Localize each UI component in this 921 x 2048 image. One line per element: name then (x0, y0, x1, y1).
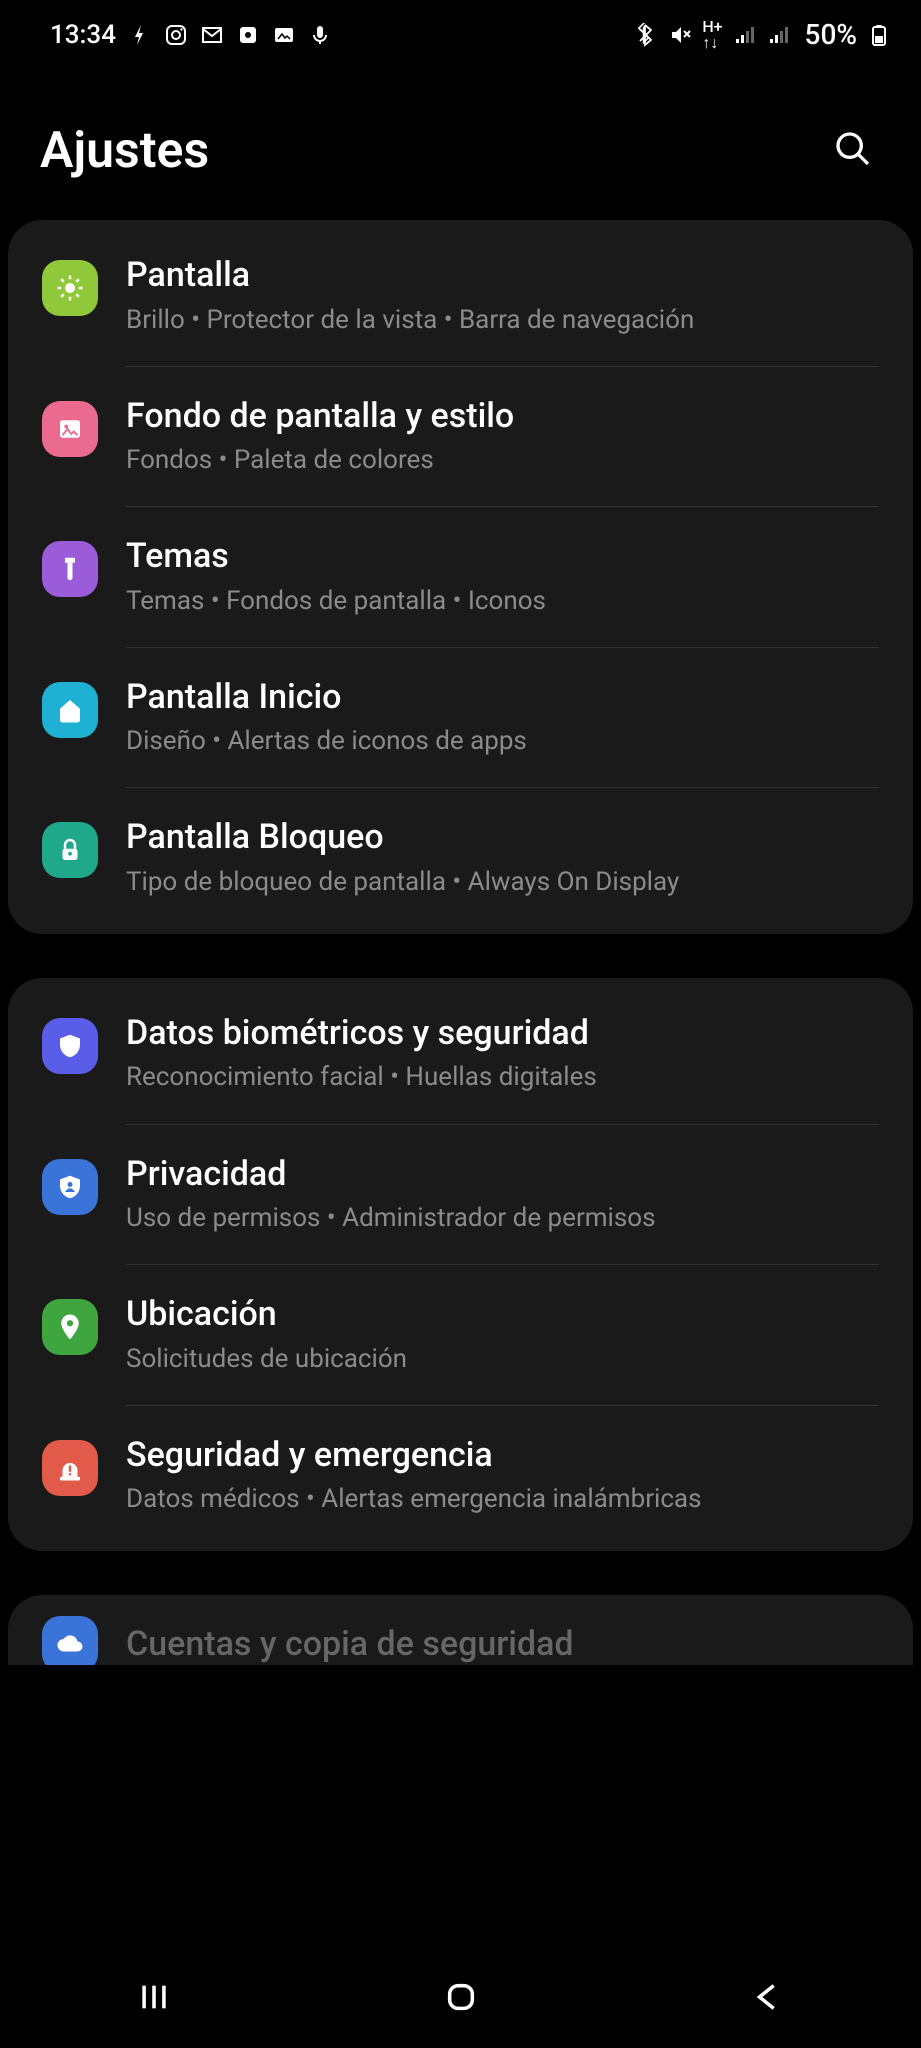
sun-icon (42, 260, 98, 316)
brush-icon (42, 541, 98, 597)
settings-group-0: Pantalla Brillo • Protector de la vista … (8, 220, 913, 934)
settings-item-subtitle: Tipo de bloqueo de pantalla • Always On … (126, 865, 879, 900)
settings-item-subtitle: Fondos • Paleta de colores (126, 443, 879, 478)
mic-icon (308, 23, 332, 47)
image-icon (42, 401, 98, 457)
settings-item-subtitle: Temas • Fondos de pantalla • Iconos (126, 584, 879, 619)
settings-item-0-4[interactable]: Pantalla Bloqueo Tipo de bloqueo de pant… (8, 788, 913, 928)
bluetooth-icon (634, 23, 658, 47)
home-nav-icon (444, 1980, 478, 2014)
status-time: 13:34 (50, 20, 116, 50)
recents-icon (137, 1980, 171, 2014)
settings-item-body: Seguridad y emergencia Datos médicos • A… (126, 1434, 879, 1518)
settings-item-subtitle: Datos médicos • Alertas emergencia inalá… (126, 1482, 879, 1517)
instagram-icon (164, 23, 188, 47)
settings-item-0-0[interactable]: Pantalla Brillo • Protector de la vista … (8, 226, 913, 366)
back-icon (751, 1980, 785, 2014)
shield-icon (42, 1018, 98, 1074)
settings-group-1: Datos biométricos y seguridad Reconocimi… (8, 978, 913, 1551)
cloud-icon (42, 1616, 98, 1665)
settings-item-0-1[interactable]: Fondo de pantalla y estilo Fondos • Pale… (8, 367, 913, 507)
settings-item-body: Privacidad Uso de permisos • Administrad… (126, 1153, 879, 1237)
settings-item-title: Privacidad (126, 1153, 879, 1196)
settings-item-1-0[interactable]: Datos biométricos y seguridad Reconocimi… (8, 984, 913, 1124)
settings-item-subtitle: Brillo • Protector de la vista • Barra d… (126, 303, 879, 338)
page-title: Ajustes (40, 122, 209, 180)
search-button[interactable] (825, 121, 881, 180)
status-left: 13:34 (50, 20, 332, 50)
home-button[interactable] (404, 1964, 518, 2033)
settings-item-subtitle: Reconocimiento facial • Huellas digitale… (126, 1060, 879, 1095)
settings-item-body: Ubicación Solicitudes de ubicación (126, 1293, 879, 1377)
mute-icon (668, 23, 692, 47)
photos-icon (272, 23, 296, 47)
shield-user-icon (42, 1159, 98, 1215)
search-icon (833, 129, 873, 169)
settings-item-body: Temas Temas • Fondos de pantalla • Icono… (126, 535, 879, 619)
recents-button[interactable] (97, 1964, 211, 2033)
home-icon (42, 682, 98, 738)
siren-icon (42, 1440, 98, 1496)
nav-bar (0, 1948, 921, 2048)
settings-item-body: Datos biométricos y seguridad Reconocimi… (126, 1012, 879, 1096)
lock-icon (42, 822, 98, 878)
pin-icon (42, 1299, 98, 1355)
settings-item-0-2[interactable]: Temas Temas • Fondos de pantalla • Icono… (8, 507, 913, 647)
settings-item-title: Ubicación (126, 1293, 879, 1336)
network-type-icon: H+↑↓ (702, 19, 722, 51)
settings-item-title: Pantalla (126, 254, 879, 297)
settings-item-body: Pantalla Brillo • Protector de la vista … (126, 254, 879, 338)
activity-icon (128, 23, 152, 47)
settings-item-peek[interactable]: Cuentas y copia de seguridad (8, 1595, 913, 1665)
settings-item-0-3[interactable]: Pantalla Inicio Diseño • Alertas de icon… (8, 648, 913, 788)
settings-item-1-1[interactable]: Privacidad Uso de permisos • Administrad… (8, 1125, 913, 1265)
signal-2-icon (767, 23, 791, 47)
settings-item-title: Cuentas y copia de seguridad (126, 1624, 574, 1664)
settings-item-title: Pantalla Inicio (126, 676, 879, 719)
settings-item-body: Fondo de pantalla y estilo Fondos • Pale… (126, 395, 879, 479)
gmail-icon (200, 23, 224, 47)
settings-item-title: Temas (126, 535, 879, 578)
settings-item-title: Fondo de pantalla y estilo (126, 395, 879, 438)
settings-item-subtitle: Diseño • Alertas de iconos de apps (126, 724, 879, 759)
settings-item-subtitle: Solicitudes de ubicación (126, 1342, 879, 1377)
signal-1-icon (733, 23, 757, 47)
back-button[interactable] (711, 1964, 825, 2033)
settings-item-subtitle: Uso de permisos • Administrador de permi… (126, 1201, 879, 1236)
header: Ajustes (0, 61, 921, 220)
app-icon (236, 23, 260, 47)
battery-icon (867, 23, 891, 47)
settings-item-body: Pantalla Bloqueo Tipo de bloqueo de pant… (126, 816, 879, 900)
settings-item-title: Pantalla Bloqueo (126, 816, 879, 859)
settings-item-title: Seguridad y emergencia (126, 1434, 879, 1477)
status-right: H+↑↓ 50% (634, 18, 891, 51)
settings-item-body: Pantalla Inicio Diseño • Alertas de icon… (126, 676, 879, 760)
battery-text: 50% (805, 18, 857, 51)
settings-item-title: Datos biométricos y seguridad (126, 1012, 879, 1055)
settings-item-1-3[interactable]: Seguridad y emergencia Datos médicos • A… (8, 1406, 913, 1546)
settings-item-1-2[interactable]: Ubicación Solicitudes de ubicación (8, 1265, 913, 1405)
status-bar: 13:34 H+↑↓ 50% (0, 0, 921, 61)
